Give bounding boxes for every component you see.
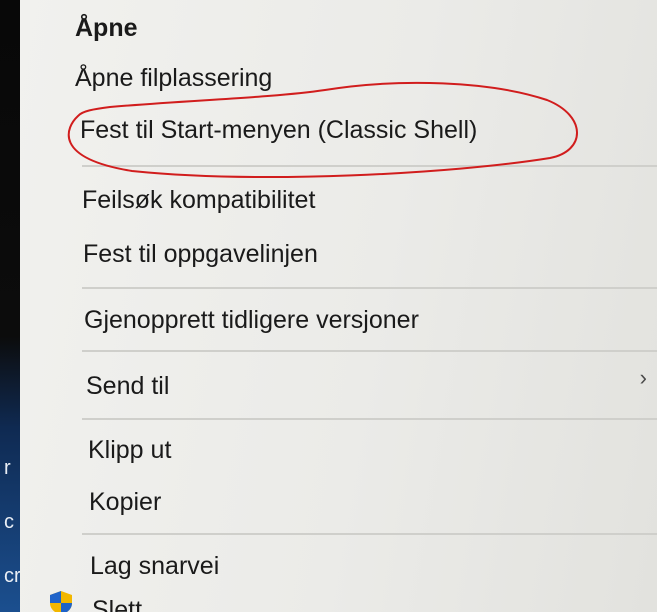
menu-item-send-to[interactable]: Send til › — [20, 360, 657, 412]
menu-item-copy[interactable]: Kopier — [20, 476, 657, 528]
menu-item-label: Fest til Start-menyen (Classic Shell) — [80, 116, 478, 144]
menu-item-label: Feilsøk kompatibilitet — [82, 186, 316, 214]
context-menu: Åpne Åpne filplassering Fest til Start-m… — [20, 0, 657, 612]
menu-separator — [82, 418, 657, 420]
background-text: c — [4, 511, 14, 533]
menu-separator — [82, 287, 657, 289]
menu-item-label: Slett — [92, 596, 143, 612]
menu-item-cut[interactable]: Klipp ut — [20, 424, 657, 476]
menu-separator — [82, 350, 657, 352]
menu-item-restore-previous-versions[interactable]: Gjenopprett tidligere versjoner — [20, 294, 657, 346]
menu-separator — [82, 165, 657, 167]
menu-item-label: Send til — [86, 372, 170, 400]
background-text: cr — [4, 565, 20, 587]
menu-item-open[interactable]: Åpne — [20, 2, 657, 54]
menu-item-pin-to-start-classic-shell[interactable]: Fest til Start-menyen (Classic Shell) — [20, 104, 657, 156]
menu-item-label: Kopier — [89, 488, 162, 516]
menu-item-label: Gjenopprett tidligere versjoner — [84, 306, 419, 334]
menu-item-label: Åpne — [75, 14, 138, 42]
chevron-right-icon: › — [639, 365, 647, 390]
menu-item-label: Klipp ut — [88, 436, 172, 464]
shield-icon — [50, 591, 72, 612]
menu-item-open-file-location[interactable]: Åpne filplassering — [20, 52, 657, 104]
menu-item-delete[interactable]: Slett — [20, 584, 657, 612]
menu-item-label: Fest til oppgavelinjen — [83, 240, 318, 268]
background-text: r — [4, 457, 11, 479]
background-window-edge: r c cr — [0, 0, 20, 612]
menu-item-pin-to-taskbar[interactable]: Fest til oppgavelinjen — [20, 228, 657, 280]
menu-separator — [82, 533, 657, 535]
menu-item-troubleshoot-compatibility[interactable]: Feilsøk kompatibilitet — [20, 174, 657, 226]
menu-item-label: Åpne filplassering — [75, 64, 273, 92]
